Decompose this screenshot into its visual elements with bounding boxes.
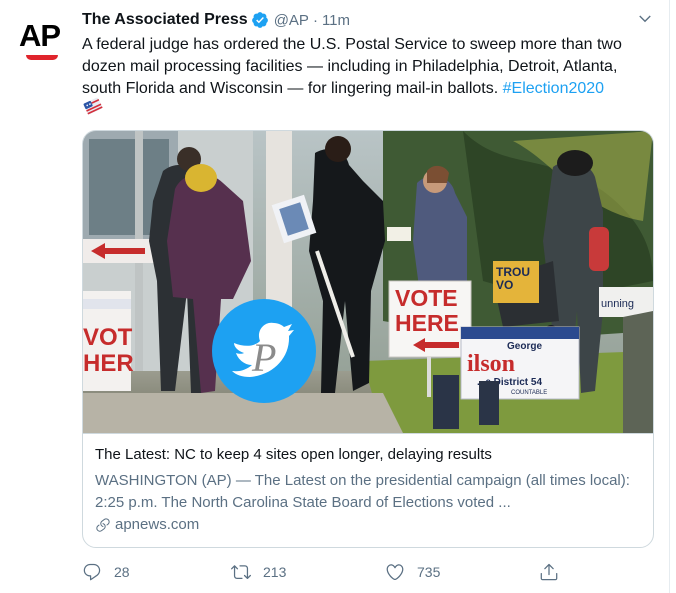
author-handle[interactable]: @AP [274,12,309,29]
action-bar: 28 213 735 [0,562,676,584]
avatar-logo-underline [26,55,58,60]
card-domain: apnews.com [95,516,199,533]
chevron-down-icon[interactable] [636,10,654,28]
share-button[interactable] [539,562,571,582]
card-title: The Latest: NC to keep 4 sites open long… [95,446,492,463]
tweet-text-line: A federal judge has ordered the U.S. Pos… [82,36,622,53]
running-sign-text: unning [601,298,634,310]
link-preview-card[interactable]: VOT HER TROU VO VOTE HERE George ilson .… [82,130,654,548]
trou-sign-text: TROU [496,265,530,279]
retweet-button[interactable]: 213 [231,562,286,582]
left-vote-sign-text: HER [83,350,134,377]
like-count: 735 [417,564,441,580]
like-button[interactable]: 735 [385,562,440,582]
header-separator: · [312,11,318,29]
retweet-count: 213 [263,564,287,580]
reply-icon [83,563,101,581]
trou-sign-text: VO [496,278,513,292]
share-icon [540,563,558,581]
tweet[interactable]: AP The Associated Press @AP · 11m A fede… [0,0,676,593]
tweet-text-fragment: south Florida and Wisconsin — for linger… [82,80,499,97]
left-vote-sign-text: VOT [83,324,133,351]
ballot-flag-emoji-icon [83,97,103,115]
tweet-text-line: dozen mail processing facilities — inclu… [82,58,618,75]
avatar-logo-text: AP [19,18,61,53]
heart-icon [386,564,404,581]
card-photo: VOT HER TROU VO VOTE HERE George ilson .… [83,131,653,433]
column-divider [669,0,670,593]
card-description: WASHINGTON (AP) — The Latest on the pres… [95,472,630,511]
reply-button[interactable]: 28 [82,562,130,582]
vote-here-sign-text: HERE [395,310,459,336]
candidate-sign-last-name: ilson [467,351,515,377]
tweet-header: The Associated Press @AP · 11m [82,9,350,31]
card-image[interactable]: VOT HER TROU VO VOTE HERE George ilson .… [83,131,653,433]
avatar[interactable]: AP [14,12,70,68]
author-name[interactable]: The Associated Press [82,11,248,29]
candidate-sign-countable: COUNTABLE [511,390,547,396]
card-domain-text: apnews.com [115,516,200,533]
card-text-area[interactable]: The Latest: NC to keep 4 sites open long… [83,433,653,547]
svg-text:P: P [251,335,276,380]
link-icon [96,517,110,532]
reply-count: 28 [114,564,130,580]
tweet-timestamp[interactable]: 11m [322,12,350,29]
tweet-text-line: south Florida and Wisconsin — for linger… [82,78,657,100]
vote-here-sign-text: VOTE [395,285,458,311]
verified-badge-icon [251,12,268,28]
hashtag-link[interactable]: #Election2020 [503,80,604,97]
retweet-icon [231,565,251,580]
twitter-bird-watermark-icon: P [212,299,316,403]
tweet-text: A federal judge has ordered the U.S. Pos… [82,34,657,100]
